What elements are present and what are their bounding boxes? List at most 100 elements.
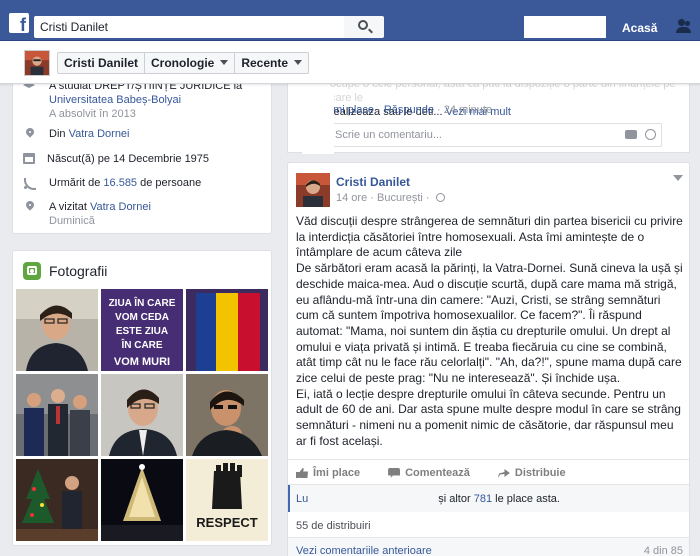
comment-count: 4 din 85 [643, 545, 683, 556]
post-location-link[interactable]: București [377, 192, 423, 204]
post-timestamp: 14 ore · București · [336, 192, 445, 204]
followers-feed-icon [23, 177, 37, 191]
graduation-year: A absolvit în 2013 [49, 108, 136, 120]
map-pin-icon [23, 201, 37, 215]
hometown-link[interactable]: Vatra Dornei [69, 128, 130, 140]
search-icon [358, 20, 368, 30]
likes-mid: și altor [438, 493, 474, 505]
photo-thumbnail-group[interactable] [16, 374, 98, 456]
previous-comment-card: ocupe o cele personal, asta ca puti la d… [287, 76, 690, 153]
share-button[interactable]: Distribuie [497, 460, 566, 483]
redacted-profile-link [524, 16, 606, 38]
view-previous-comments-link[interactable]: Vezi comentariile anterioare [296, 545, 432, 556]
followers-count-link[interactable]: 16.585 [103, 177, 137, 189]
like-button[interactable]: Îmi place [296, 460, 360, 483]
banner-line: ÎN CARE [120, 338, 162, 351]
avatar[interactable] [24, 50, 50, 76]
comment-placeholder: Scrie un comentariu... [335, 129, 442, 141]
respect-text: RESPECT [196, 515, 257, 530]
calendar-icon [23, 153, 35, 164]
followers-prefix: Urmărit de [49, 177, 104, 189]
visited-prefix: A vizitat [49, 201, 90, 213]
post-paragraph: De sărbători eram acasă la părinți, la V… [296, 261, 683, 386]
profile-name-button[interactable]: Cristi Danilet [58, 53, 146, 73]
top-navigation-bar: f Cristi Danilet Acasă [0, 0, 700, 41]
chevron-down-icon [294, 60, 303, 65]
likes-suffix: le place asta. [492, 493, 560, 505]
comment-like-link[interactable]: Îmi place [330, 104, 374, 116]
post-author-link[interactable]: Cristi Danilet [336, 175, 410, 189]
banner-line: ZIUA ÎN CARE [109, 296, 176, 309]
post-card: Cristi Danilet 14 ore · București · Văd … [287, 162, 690, 556]
redacted-avatar [302, 92, 334, 154]
birth-date: 14 Decembrie 1975 [113, 153, 210, 165]
recent-dropdown[interactable]: Recente [235, 53, 308, 73]
photo-thumbnail-banner[interactable]: ZIUA ÎN CARE VOM CEDA ESTE ZIUA ÎN CARE … [101, 289, 183, 371]
recent-label: Recente [241, 56, 289, 70]
followers-suffix: de persoane [137, 177, 202, 189]
likes-count-link[interactable]: 781 [474, 493, 492, 505]
hometown-prefix: Din [49, 128, 69, 140]
post-paragraph: Văd discuții despre strângerea de semnăt… [296, 214, 683, 260]
photos-header[interactable]: Fotografii [23, 262, 107, 280]
chevron-down-icon [220, 60, 229, 65]
comment-meta: Îmi place · Răspunde · 24 minute [330, 104, 493, 116]
photos-card: Fotografii ZIUA ÎN CARE VOM CEDA ESTE ZI… [12, 250, 272, 546]
chevron-down-icon[interactable] [673, 175, 683, 181]
photo-thumbnail[interactable] [16, 289, 98, 371]
intro-visited: A vizitat Vatra Dornei Duminică [23, 200, 151, 228]
intro-birthday: Născut(ă) pe 14 Decembrie 1975 [23, 152, 209, 166]
shares-count-link[interactable]: 55 de distribuiri [296, 520, 371, 532]
photo-thumbnail-christmas[interactable] [16, 459, 98, 541]
photo-thumbnail-flag[interactable] [186, 289, 268, 371]
photo-thumbnail-tree[interactable] [101, 459, 183, 541]
likes-accent-bar [288, 485, 290, 512]
visited-place-link[interactable]: Vatra Dornei [90, 201, 151, 213]
intro-card: A studiat DREPT/ȘTIINȚE JURIDICE la Univ… [12, 76, 272, 234]
liker-link[interactable]: Lu [296, 493, 308, 505]
search-button[interactable] [344, 16, 384, 38]
university-link[interactable]: Universitatea Babeș-Bolyai [49, 93, 242, 107]
photo-thumbnail[interactable] [101, 374, 183, 456]
post-time-link[interactable]: 14 ore [336, 192, 367, 204]
post-paragraph: Ei, iată o lecție despre drepturile omul… [296, 386, 681, 448]
intro-followers: Urmărit de 16.585 de persoane [23, 176, 201, 191]
previous-comments-bar: Vezi comentariile anterioare 4 din 85 [288, 537, 689, 556]
timeline-sticky-header: Cristi Danilet Cronologie Recente [0, 41, 700, 84]
comment-input[interactable]: Scrie un comentariu... [330, 123, 662, 147]
visited-day: Duminică [49, 215, 95, 227]
camera-icon[interactable] [625, 130, 637, 139]
banner-line: VOM CEDA [115, 312, 169, 323]
timeline-label: Cronologie [151, 56, 215, 70]
photos-title: Fotografii [49, 263, 108, 279]
friends-icon[interactable] [676, 19, 692, 33]
map-pin-icon [23, 128, 37, 142]
facebook-logo-icon[interactable]: f [9, 13, 29, 33]
intro-education: A studiat DREPT/ȘTIINȚE JURIDICE la Univ… [23, 79, 242, 121]
photo-thumbnail[interactable] [186, 374, 268, 456]
born-prefix: Născut(ă) pe [47, 153, 114, 165]
post-actions: Îmi place Comentează Distribuie [288, 459, 689, 483]
share-icon [497, 469, 510, 478]
comment-icon [388, 468, 401, 478]
post-body: Văd discuții despre strângerea de semnăt… [296, 214, 686, 450]
intro-hometown: Din Vatra Dornei [23, 127, 130, 142]
search-input[interactable]: Cristi Danilet [34, 16, 344, 38]
likes-summary: Lu și altor 781 le place asta. [288, 484, 689, 512]
timeline-dropdown[interactable]: Cronologie [145, 53, 236, 73]
photo-thumbnail-respect[interactable]: RESPECT [186, 459, 268, 541]
like-label: Îmi place [313, 467, 361, 479]
home-link[interactable]: Acasă [622, 21, 657, 35]
post-avatar[interactable] [296, 173, 330, 207]
comment-button[interactable]: Comentează [388, 460, 470, 483]
globe-icon [435, 193, 445, 202]
comment-reply-link[interactable]: Răspunde [384, 104, 434, 116]
photos-icon [23, 262, 41, 280]
banner-line: ESTE ZIUA [116, 326, 168, 337]
comment-label: Comentează [405, 467, 470, 479]
thumbs-up-icon [296, 468, 308, 478]
banner-line: VOM MURI [114, 356, 170, 368]
share-label: Distribuie [514, 467, 566, 479]
emoji-icon[interactable] [645, 129, 656, 140]
timeline-nav: Cristi Danilet Cronologie Recente [57, 52, 310, 74]
